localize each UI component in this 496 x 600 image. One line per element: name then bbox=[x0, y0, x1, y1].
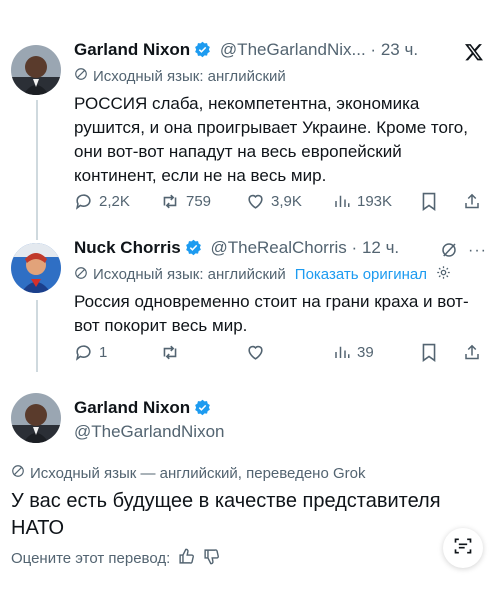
grok-summarize-button[interactable] bbox=[443, 528, 483, 568]
x-logo-icon[interactable] bbox=[464, 42, 484, 67]
reply-button[interactable]: 2,2K bbox=[74, 192, 130, 211]
thumbs-down-icon[interactable] bbox=[203, 548, 220, 569]
repost-icon bbox=[160, 192, 180, 211]
translation-note-text: Исходный язык: английский bbox=[93, 67, 286, 85]
separator: · bbox=[351, 238, 358, 257]
avatar-garland-nixon[interactable] bbox=[11, 393, 61, 443]
separator: · bbox=[370, 40, 377, 59]
grok-icon[interactable] bbox=[440, 241, 458, 264]
author-name[interactable]: Garland Nixon bbox=[74, 398, 190, 417]
bookmark-icon bbox=[421, 192, 437, 211]
bookmark-button[interactable] bbox=[421, 343, 437, 362]
bookmark-icon bbox=[421, 343, 437, 362]
bookmark-button[interactable] bbox=[421, 192, 437, 211]
reply-count: 2,2K bbox=[99, 193, 130, 210]
timestamp[interactable]: 23 ч. bbox=[381, 40, 418, 59]
author-handle[interactable]: @TheGarlandNixon bbox=[74, 422, 225, 442]
translation-note-text: Исходный язык — английский, переведено G… bbox=[30, 464, 366, 482]
thread-line bbox=[36, 100, 38, 240]
thread-line bbox=[36, 300, 38, 372]
like-count: 3,9K bbox=[271, 193, 302, 210]
repost-button[interactable] bbox=[160, 343, 186, 362]
analytics-icon bbox=[333, 343, 351, 361]
views-count: 193K bbox=[357, 192, 393, 210]
heart-icon bbox=[246, 192, 265, 211]
reply-icon bbox=[74, 192, 93, 211]
like-button[interactable] bbox=[246, 343, 271, 362]
views-button[interactable]: 39 bbox=[333, 343, 374, 361]
translation-note: Исходный язык — английский, переведено G… bbox=[11, 464, 365, 482]
tweet-3-author: Garland Nixon bbox=[74, 398, 211, 421]
translate-icon bbox=[74, 266, 88, 284]
thumbs-up-icon[interactable] bbox=[178, 548, 195, 569]
author-name[interactable]: Nuck Chorris bbox=[74, 238, 181, 257]
tweet-text: У вас есть будущее в качестве представит… bbox=[11, 490, 441, 539]
views-button[interactable]: 193K bbox=[333, 192, 392, 210]
like-button[interactable]: 3,9K bbox=[246, 192, 302, 211]
repost-button[interactable]: 759 bbox=[160, 192, 211, 211]
more-options-icon[interactable]: ··· bbox=[468, 242, 487, 260]
settings-gear-icon[interactable] bbox=[436, 265, 451, 284]
avatar-nuck-chorris[interactable] bbox=[11, 243, 61, 293]
avatar-garland-nixon[interactable] bbox=[11, 45, 61, 95]
scan-text-icon bbox=[453, 536, 473, 561]
show-original-link[interactable]: Показать оригинал bbox=[295, 266, 427, 283]
timestamp[interactable]: 12 ч. bbox=[362, 238, 399, 257]
verified-badge-icon bbox=[185, 239, 202, 261]
tweet-1-header: Garland Nixon @TheGarlandNix... · 23 ч. bbox=[74, 40, 418, 63]
verified-badge-icon bbox=[194, 399, 211, 421]
rate-translation-label: Оцените этот перевод: bbox=[11, 550, 171, 567]
tweet-2-header: Nuck Chorris @TheRealChorris · 12 ч. bbox=[74, 238, 399, 261]
translation-note: Исходный язык: английский bbox=[74, 67, 286, 85]
reply-count: 1 bbox=[99, 344, 108, 361]
translation-note: Исходный язык: английский Показать ориги… bbox=[74, 265, 451, 284]
author-handle[interactable]: @TheGarlandNix... bbox=[220, 40, 366, 59]
share-icon bbox=[463, 192, 481, 211]
repost-icon bbox=[160, 343, 180, 362]
reply-button[interactable]: 1 bbox=[74, 343, 107, 362]
share-button[interactable] bbox=[463, 343, 481, 362]
translate-icon bbox=[11, 464, 25, 482]
author-name[interactable]: Garland Nixon bbox=[74, 40, 190, 59]
heart-icon bbox=[246, 343, 265, 362]
tweet-text: Россия одновременно стоит на грани краха… bbox=[74, 292, 469, 335]
reply-icon bbox=[74, 343, 93, 362]
translate-icon bbox=[74, 67, 88, 85]
tweet-text: РОССИЯ слаба, некомпетентна, экономика р… bbox=[74, 94, 468, 185]
repost-count: 759 bbox=[186, 193, 212, 210]
share-icon bbox=[463, 343, 481, 362]
views-count: 39 bbox=[357, 343, 374, 361]
verified-badge-icon bbox=[194, 41, 211, 63]
translation-note-text: Исходный язык: английский bbox=[93, 266, 286, 283]
share-button[interactable] bbox=[463, 192, 481, 211]
author-handle[interactable]: @TheRealChorris bbox=[210, 238, 346, 257]
analytics-icon bbox=[333, 192, 351, 210]
rate-translation: Оцените этот перевод: bbox=[11, 548, 220, 569]
